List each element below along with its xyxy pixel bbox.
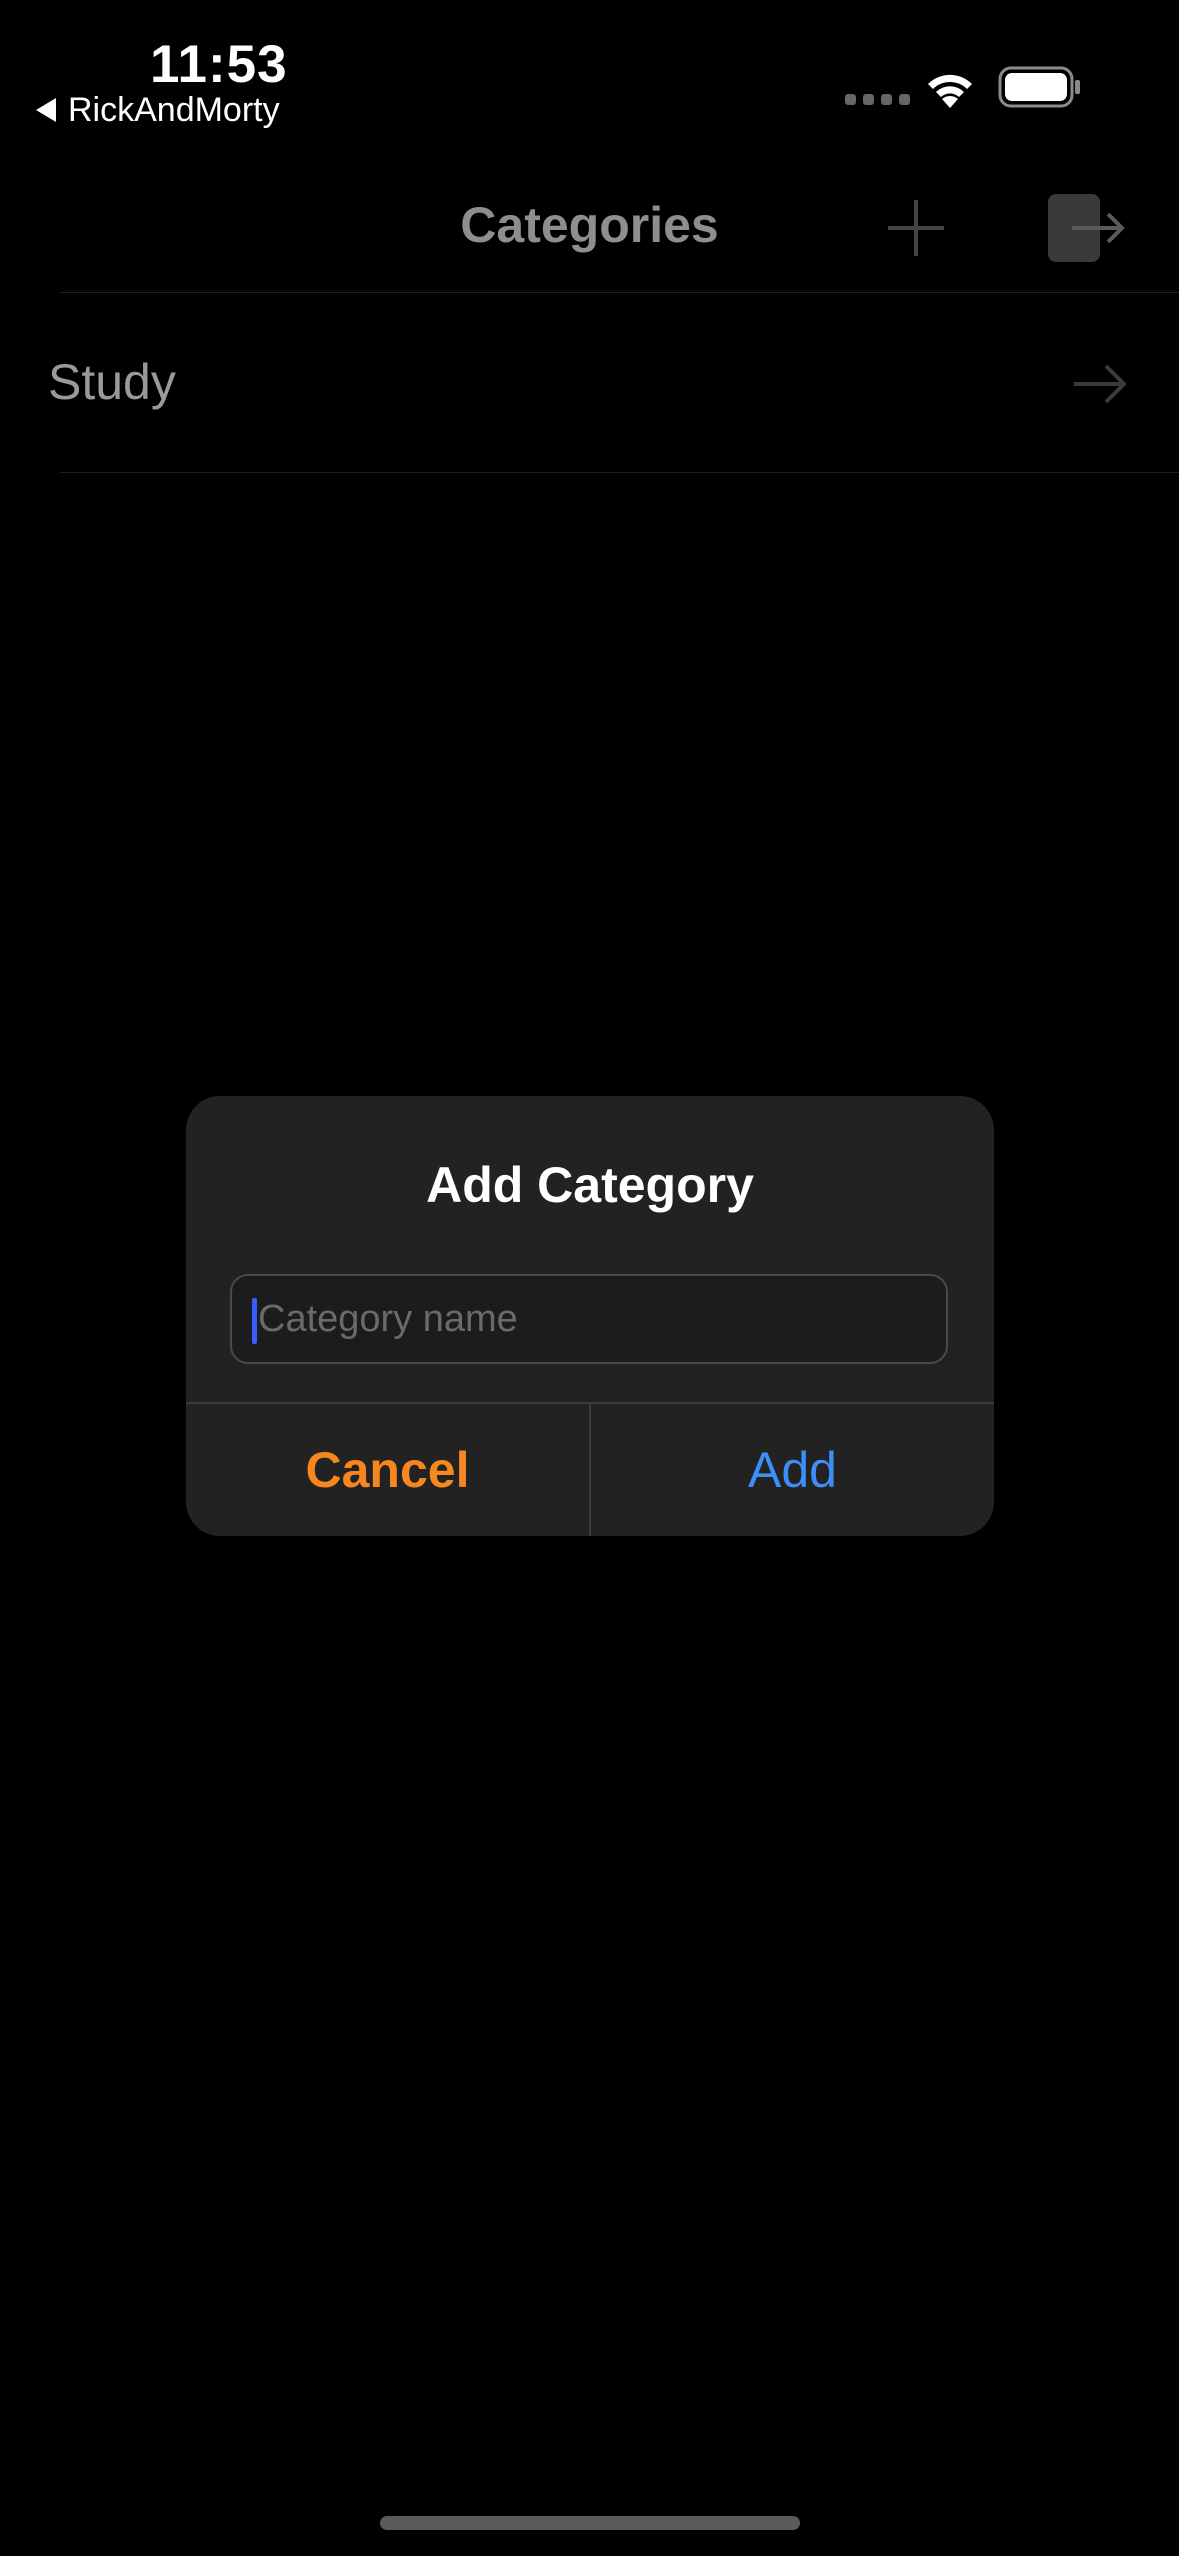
- nav-separator: [60, 292, 1179, 293]
- row-separator: [60, 472, 1179, 473]
- logout-icon[interactable]: [1046, 190, 1126, 266]
- category-name-field-box[interactable]: [230, 1274, 948, 1364]
- page-title: Categories: [460, 197, 719, 253]
- add-category-alert: Add Category Cancel Add: [186, 1096, 994, 1536]
- add-button[interactable]: Add: [591, 1404, 994, 1536]
- category-name-input[interactable]: [258, 1276, 918, 1362]
- plus-icon[interactable]: [884, 196, 948, 260]
- arrow-right-icon: [1074, 364, 1127, 404]
- category-label: Study: [48, 354, 176, 410]
- cancel-button[interactable]: Cancel: [186, 1404, 589, 1536]
- list-item[interactable]: Study: [0, 295, 1179, 472]
- text-caret: [252, 1298, 257, 1344]
- status-bar: 11:53 RickAndMorty: [0, 0, 1179, 140]
- back-to-app-link[interactable]: RickAndMorty: [36, 90, 280, 130]
- wifi-icon: [928, 74, 972, 108]
- status-time: 11:53: [150, 35, 288, 94]
- signal-dots-icon: [845, 94, 910, 105]
- alert-title: Add Category: [426, 1157, 754, 1213]
- back-app-label: RickAndMorty: [68, 90, 280, 129]
- battery-icon: [998, 66, 1080, 108]
- back-triangle-icon: [36, 98, 56, 122]
- home-indicator[interactable]: [380, 2516, 800, 2530]
